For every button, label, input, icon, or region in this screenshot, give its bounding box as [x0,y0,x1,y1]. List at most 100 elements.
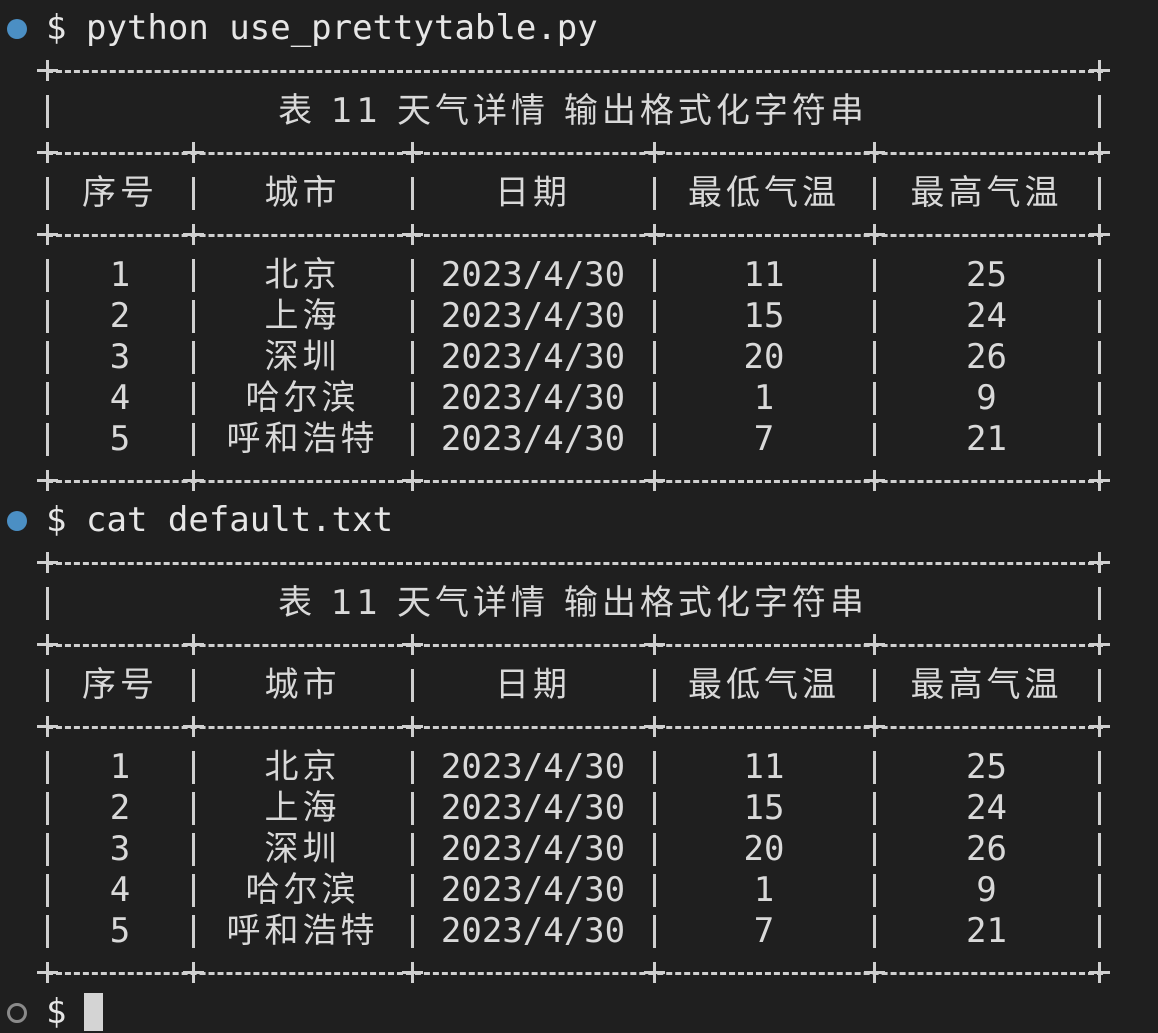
table-title: 表 11 天气详情 输出格式化字符串 [278,583,868,623]
table-column-divider [192,792,195,825]
table-cell: 哈尔滨 [245,378,360,418]
table-border-joint [1089,224,1110,245]
table-column-divider [1098,300,1101,333]
table-cell: 城市 [264,173,341,213]
table-border-joint [644,142,665,163]
table-cell: 深圳 [264,829,341,869]
table-cell: 4 [109,870,131,910]
table-cell: 7 [753,419,775,459]
table-cell: 2023/4/30 [440,870,626,910]
table-cell: 最低气温 [688,665,840,705]
table-column-divider [653,300,656,333]
table-cell: 2023/4/30 [440,337,626,377]
table-border-joint [37,552,58,573]
table-cell: 最高气温 [910,173,1063,213]
table-border-joint [644,634,665,655]
table-cell: 9 [976,378,997,418]
table-border-joint [644,716,665,737]
table-cell: 呼和浩特 [226,911,379,951]
table-column-divider [192,423,195,456]
table-column-divider [1098,177,1101,210]
terminal-cursor[interactable] [84,993,103,1031]
table-border-joint [1089,552,1110,573]
table-cell: 3 [109,337,131,377]
table-cell: 1 [753,870,775,910]
table-cell: 2023/4/30 [440,255,626,295]
table-column-divider [1098,833,1101,866]
table-cell: 1 [109,747,131,787]
table-border-line [37,542,1110,583]
table-column-divider [873,669,876,702]
table-cell: 21 [966,911,1007,951]
table-cell: 2 [109,296,131,336]
table-cell: 24 [966,788,1007,828]
table-border-joint [183,142,204,163]
table-cell: 7 [753,911,775,951]
table-column-divider [192,874,195,907]
table-border-joint [37,470,58,491]
table-column-divider [873,751,876,784]
table-column-divider [1098,341,1101,374]
prompt-symbol: $ [46,500,67,540]
table-column-divider [46,792,49,825]
table-column-divider [411,792,414,825]
table-column-divider [46,382,49,415]
table-title: 表 11 天气详情 输出格式化字符串 [278,91,868,131]
table-column-divider [653,259,656,292]
table-column-divider [411,300,414,333]
table-border-joint [644,962,665,983]
table-column-divider [411,259,414,292]
table-column-divider [1098,915,1101,948]
table-border-line [37,214,1110,255]
table-border-joint [183,716,204,737]
command-status-dot-idle[interactable] [7,1003,27,1023]
command-status-dot[interactable] [7,19,27,39]
table-column-divider [873,833,876,866]
table-column-divider [873,874,876,907]
table-border-joint [37,142,58,163]
table-column-divider [411,915,414,948]
table-cell: 1 [753,378,775,418]
table-cell: 最低气温 [688,173,840,213]
table-column-divider [1098,792,1101,825]
table-cell: 11 [743,747,785,787]
table-border-joint [1089,962,1110,983]
table-column-divider [873,259,876,292]
table-column-divider [873,341,876,374]
table-cell: 序号 [82,173,158,213]
table-column-divider [192,259,195,292]
table-cell: 2 [109,788,131,828]
table-cell: 哈尔滨 [245,870,360,910]
table-cell: 26 [966,337,1007,377]
table-column-divider [46,341,49,374]
table-cell: 最高气温 [910,665,1063,705]
table-column-divider [192,341,195,374]
table-cell: 20 [743,829,785,869]
table-border-joint [864,962,885,983]
table-border-joint [37,634,58,655]
table-border-joint [402,634,423,655]
table-column-divider [653,423,656,456]
table-border-joint [1089,470,1110,491]
table-cell: 呼和浩特 [226,419,379,459]
table-column-divider [653,751,656,784]
table-border-joint [402,224,423,245]
table-cell: 上海 [264,296,341,336]
table-column-divider [653,833,656,866]
table-border-joint [402,962,423,983]
table-border-joint [1089,142,1110,163]
table-cell: 20 [743,337,785,377]
table-border-joint [644,224,665,245]
table-cell: 北京 [264,255,341,295]
table-border-joint [644,470,665,491]
table-border-joint [864,716,885,737]
table-column-divider [873,177,876,210]
table-border-joint [37,962,58,983]
table-cell: 日期 [495,173,571,213]
table-border-line [37,706,1110,747]
table-column-divider [192,669,195,702]
command-status-dot[interactable] [7,511,27,531]
table-column-divider [653,341,656,374]
table-column-divider [1098,874,1101,907]
table-column-divider [1098,423,1101,456]
